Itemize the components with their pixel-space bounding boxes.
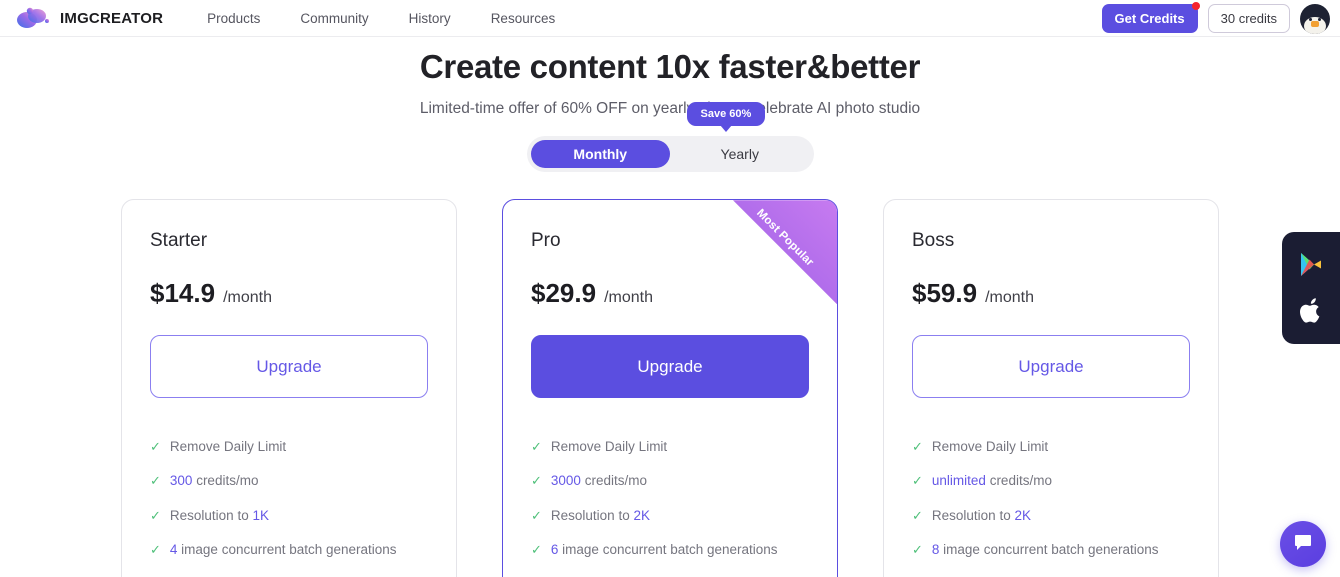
feature-item: ✓ 4 image concurrent batch generations — [150, 541, 428, 559]
hero-subtitle: Limited-time offer of 60% OFF on yearly … — [419, 100, 921, 118]
gradient-blob-logo-icon — [16, 7, 52, 29]
plan-name: Boss — [912, 230, 955, 252]
feature-text: Resolution to 2K — [550, 507, 650, 523]
feature-text: 8 image concurrent batch generations — [931, 541, 1159, 557]
check-icon: ✓ — [150, 541, 161, 557]
nav-item-community[interactable]: Community — [300, 11, 368, 26]
get-credits-label: Get Credits — [1114, 11, 1185, 26]
feature-item: ✓ unlimited credits/mo — [912, 472, 1190, 490]
plan-price-row: $59.9 /month — [912, 278, 1190, 309]
plan-features: ✓ Remove Daily Limit ✓ unlimited credits… — [912, 438, 1190, 559]
check-icon: ✓ — [531, 473, 542, 489]
top-header: IMGCREATOR Products Community History Re… — [0, 0, 1340, 37]
billing-period-toggle: Save 60% Monthly Yearly — [526, 102, 814, 173]
plan-features: ✓ Remove Daily Limit ✓ 300 credits/mo ✓ … — [150, 438, 428, 559]
upgrade-button[interactable]: Upgrade — [150, 335, 428, 399]
plan-period: /month — [985, 289, 1034, 307]
toggle-option-monthly[interactable]: Monthly — [530, 140, 670, 169]
feature-text: unlimited credits/mo — [931, 473, 1052, 489]
chat-bubble-icon — [1293, 532, 1313, 557]
feature-text: 4 image concurrent batch generations — [169, 541, 397, 557]
credit-balance-button[interactable]: 30 credits — [1207, 4, 1290, 33]
hero-section: Create content 10x faster&better Limited… — [0, 37, 1340, 118]
feature-item: ✓ Resolution to 1K — [150, 507, 428, 525]
plan-features: ✓ Remove Daily Limit ✓ 3000 credits/mo ✓… — [531, 438, 809, 559]
feature-item: ✓ Remove Daily Limit — [531, 438, 809, 456]
feature-text: Resolution to 2K — [931, 507, 1031, 523]
plan-name: Starter — [150, 230, 208, 252]
feature-text: Remove Daily Limit — [550, 439, 668, 455]
toggle-track: Monthly Yearly — [526, 136, 814, 173]
most-popular-ribbon: Most Popular — [733, 200, 837, 305]
check-icon: ✓ — [912, 439, 923, 455]
check-icon: ✓ — [531, 541, 542, 557]
plan-period: /month — [223, 289, 272, 307]
check-icon: ✓ — [912, 473, 923, 489]
page-title: Create content 10x faster&better — [419, 48, 921, 85]
header-actions: Get Credits 30 credits — [1101, 0, 1330, 37]
feature-item: ✓ 8 image concurrent batch generations — [912, 541, 1190, 559]
check-icon: ✓ — [531, 507, 542, 523]
feature-item: ✓ Remove Daily Limit — [150, 438, 428, 456]
check-icon: ✓ — [150, 439, 161, 455]
get-credits-button[interactable]: Get Credits — [1101, 2, 1200, 33]
plan-card-pro: Most Popular Pro $29.9 /month Upgrade ✓ … — [502, 199, 838, 577]
feature-item: ✓ Resolution to 2K — [912, 507, 1190, 525]
toggle-option-yearly[interactable]: Yearly — [670, 140, 810, 168]
plan-price: $29.9 — [531, 278, 597, 309]
plan-price: $59.9 — [912, 278, 978, 309]
feature-item: ✓ 6 image concurrent batch generations — [531, 541, 809, 559]
feature-item: ✓ Remove Daily Limit — [912, 438, 1190, 456]
check-icon: ✓ — [150, 507, 161, 523]
plan-card-starter: Starter $14.9 /month Upgrade ✓ Remove Da… — [121, 199, 457, 577]
nav-item-resources[interactable]: Resources — [491, 11, 556, 26]
feature-text: 6 image concurrent batch generations — [550, 541, 778, 557]
feature-text: Remove Daily Limit — [931, 439, 1049, 455]
save-badge: Save 60% — [686, 102, 766, 127]
google-play-icon[interactable] — [1299, 252, 1323, 278]
brand-name: IMGCREATOR — [60, 9, 164, 27]
plan-price-row: $14.9 /month — [150, 278, 428, 309]
feature-item: ✓ 3000 credits/mo — [531, 472, 809, 490]
feature-text: 3000 credits/mo — [550, 473, 647, 489]
upgrade-button[interactable]: Upgrade — [912, 335, 1190, 399]
plan-price: $14.9 — [150, 278, 216, 309]
check-icon: ✓ — [912, 541, 923, 557]
app-store-dock — [1282, 232, 1340, 344]
plan-period: /month — [604, 289, 653, 307]
avatar-beak — [1311, 20, 1319, 27]
check-icon: ✓ — [912, 507, 923, 523]
upgrade-button[interactable]: Upgrade — [531, 335, 809, 399]
ribbon-background — [733, 200, 837, 305]
feature-text: Resolution to 1K — [169, 507, 269, 523]
feature-text: 300 credits/mo — [169, 473, 259, 489]
check-icon: ✓ — [150, 473, 161, 489]
feature-item: ✓ 300 credits/mo — [150, 472, 428, 490]
apple-icon[interactable] — [1300, 298, 1322, 324]
avatar-eye-right — [1318, 17, 1321, 21]
feature-text: Remove Daily Limit — [169, 439, 287, 455]
check-icon: ✓ — [531, 439, 542, 455]
pricing-plans: Starter $14.9 /month Upgrade ✓ Remove Da… — [0, 199, 1340, 577]
brand-logo[interactable]: IMGCREATOR — [16, 7, 163, 29]
plan-card-boss: Boss $59.9 /month Upgrade ✓ Remove Daily… — [883, 199, 1219, 577]
nav-item-history[interactable]: History — [409, 11, 451, 26]
feature-item: ✓ Resolution to 2K — [531, 507, 809, 525]
nav-item-products[interactable]: Products — [207, 11, 260, 26]
main-nav: Products Community History Resources — [207, 11, 555, 26]
user-avatar[interactable] — [1300, 3, 1330, 34]
chat-support-button[interactable] — [1280, 521, 1326, 567]
notification-dot-icon — [1191, 2, 1200, 10]
